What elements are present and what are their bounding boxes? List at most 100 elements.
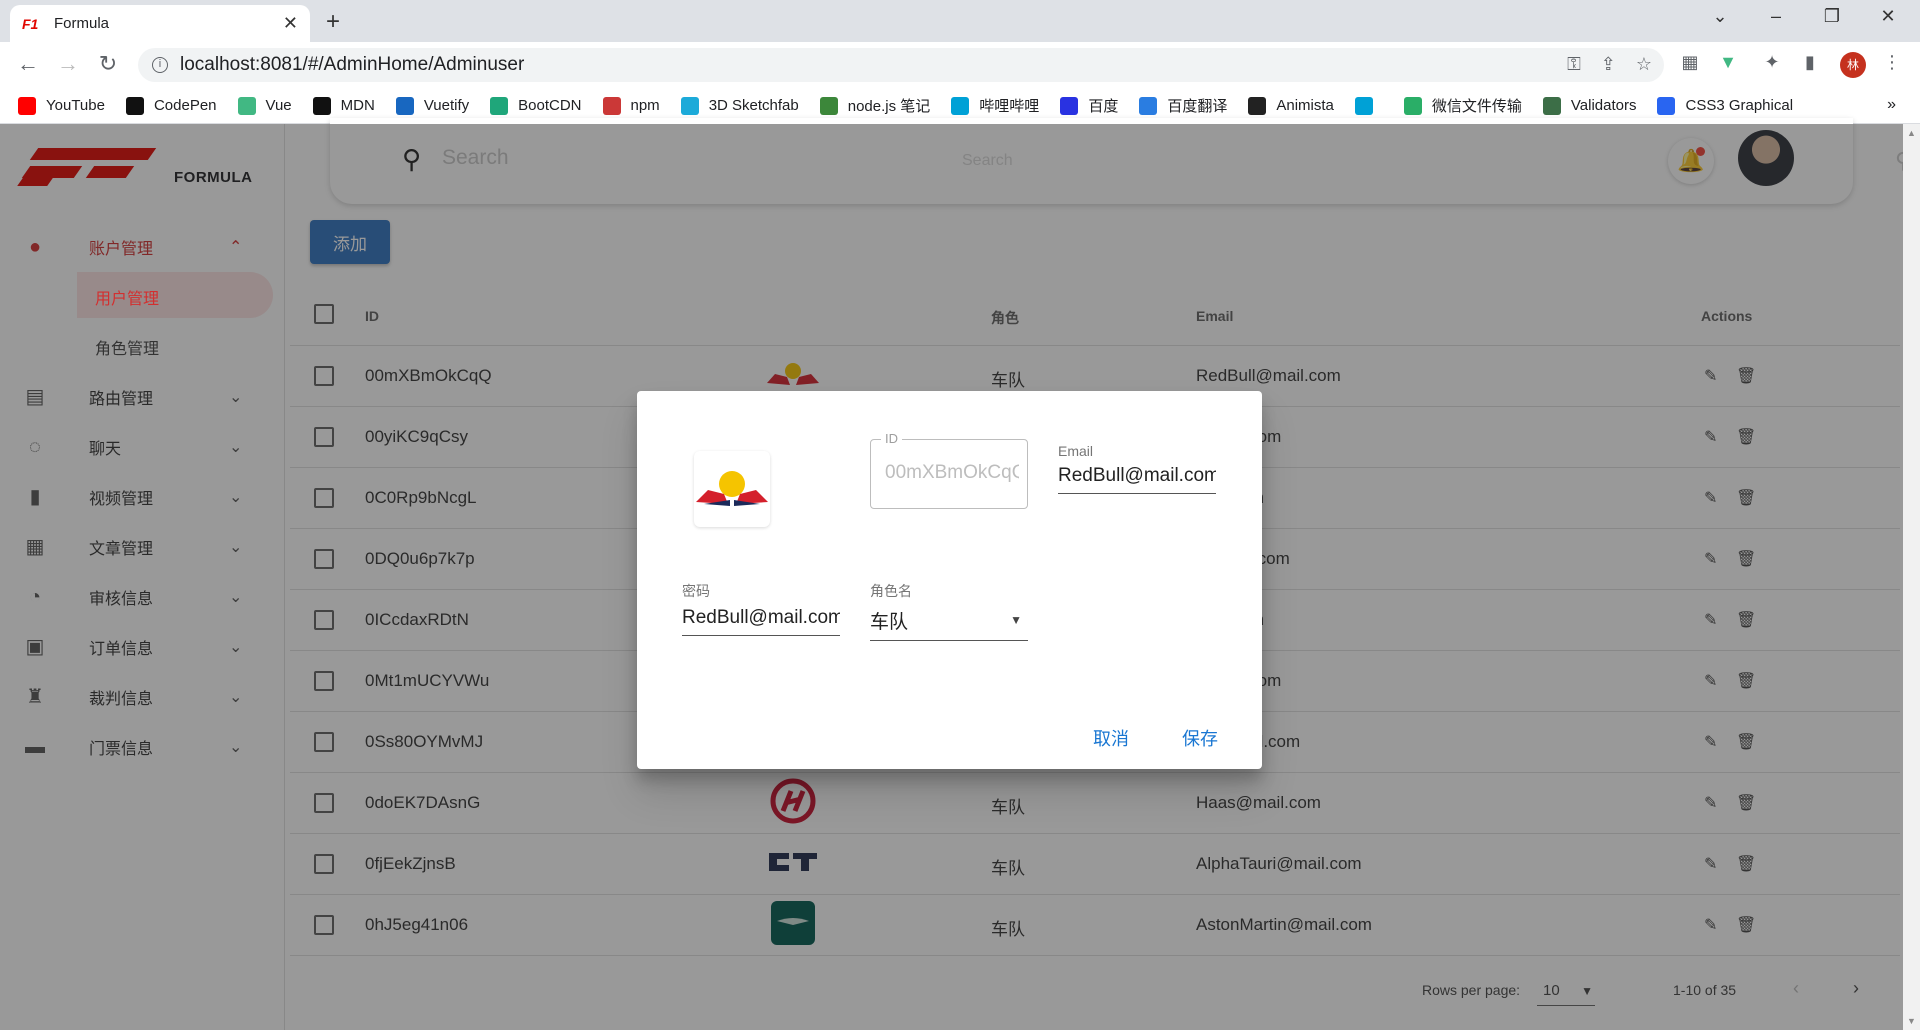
id-field: ID 00mXBmOkCqQ (870, 431, 1028, 509)
bookmark-favicon-icon (819, 96, 838, 115)
side-panel-icon[interactable]: ▮ (1798, 52, 1822, 76)
bookmark-label: Vue (265, 97, 292, 114)
bookmark-favicon-icon (602, 96, 621, 115)
bookmark-item[interactable]: 百度 (1060, 95, 1118, 116)
forward-icon[interactable]: → (54, 51, 82, 77)
bookmark-label: 微信文件传输 (1431, 98, 1522, 115)
password-field-value[interactable]: RedBull@mail.com (682, 607, 840, 636)
bookmark-label: npm (630, 97, 660, 114)
bookmark-label: 3D Sketchfab (708, 97, 799, 114)
bookmark-item[interactable]: 百度翻译 (1139, 95, 1227, 116)
bookmark-item[interactable]: CodePen (125, 96, 217, 115)
tab-title: Formula (54, 15, 110, 32)
scroll-down-icon[interactable]: ▼ (1907, 1016, 1916, 1026)
bookmark-label: 哔哩哔哩 (979, 98, 1040, 115)
bookmark-favicon-icon (1403, 96, 1422, 115)
email-field[interactable]: Email RedBull@mail.com (1058, 443, 1216, 494)
close-window-icon[interactable]: ✕ (1860, 6, 1916, 27)
role-select[interactable]: 角色名 车队 ▼ (870, 581, 1028, 641)
browser-toolbar: ← → ↻ i localhost:8081/#/AdminHome/Admin… (0, 42, 1920, 88)
bookmark-item[interactable]: 微信文件传输 (1403, 95, 1522, 116)
bookmark-label: 百度翻译 (1167, 98, 1228, 115)
bookmark-label: node.js 笔记 (847, 98, 931, 115)
bookmark-favicon-icon (1060, 96, 1079, 115)
reload-icon[interactable]: ↻ (94, 51, 122, 77)
password-field-label: 密码 (682, 583, 710, 599)
url-text: localhost:8081/#/AdminHome/Adminuser (180, 54, 525, 75)
bookmark-item[interactable]: BootCDN (490, 96, 582, 115)
site-info-icon[interactable]: i (152, 57, 168, 73)
bookmark-label: MDN (340, 97, 375, 114)
bookmark-item[interactable] (1354, 96, 1383, 115)
vue-devtools-icon[interactable]: ▼ (1716, 52, 1740, 76)
bookmark-favicon-icon (1139, 96, 1158, 115)
bookmark-item[interactable]: Validators (1542, 96, 1637, 115)
bookmark-item[interactable]: Animista (1248, 96, 1334, 115)
bookmark-favicon-icon (1657, 96, 1676, 115)
bookmark-label: CodePen (153, 97, 217, 114)
scroll-up-icon[interactable]: ▲ (1907, 128, 1916, 138)
bookmark-favicon-icon (312, 96, 331, 115)
bookmark-item[interactable]: Vuetify (395, 96, 470, 115)
share-icon[interactable]: ⇪ (1601, 54, 1616, 75)
bookmark-item[interactable]: Vue (237, 96, 292, 115)
star-icon[interactable]: ☆ (1636, 54, 1652, 75)
tab-search-icon[interactable]: ⌄ (1692, 6, 1748, 27)
menu-icon[interactable]: ⋮ (1880, 52, 1904, 76)
bookmark-favicon-icon (125, 96, 144, 115)
bookmark-label: Vuetify (423, 97, 470, 114)
edit-user-dialog: ID 00mXBmOkCqQ Email RedBull@mail.com 密码… (637, 391, 1262, 769)
role-select-label: 角色名 (870, 583, 912, 599)
address-bar[interactable]: i localhost:8081/#/AdminHome/Adminuser ⚿… (138, 48, 1664, 82)
close-tab-icon[interactable]: ✕ (283, 13, 298, 34)
browser-tab[interactable]: F1 Formula ✕ (10, 5, 310, 42)
bookmark-favicon-icon (1542, 96, 1561, 115)
bookmark-label: Validators (1570, 97, 1637, 114)
bookmark-label: CSS3 Graphical (1685, 97, 1794, 114)
email-field-value[interactable]: RedBull@mail.com (1058, 465, 1216, 494)
bookmark-item[interactable]: 3D Sketchfab (680, 96, 799, 115)
bookmark-label: YouTube (46, 97, 105, 114)
bookmark-item[interactable]: YouTube (18, 96, 105, 115)
key-icon[interactable]: ⚿ (1567, 54, 1581, 75)
bookmark-item[interactable]: node.js 笔记 (819, 95, 931, 116)
role-select-text: 车队 (870, 612, 909, 633)
bookmark-label: BootCDN (518, 97, 582, 114)
bookmark-favicon-icon (18, 96, 36, 115)
bookmark-favicon-icon (395, 96, 414, 115)
role-select-value[interactable]: 车队 ▼ (870, 607, 1028, 641)
id-field-value: 00mXBmOkCqQ (885, 462, 1019, 483)
minimize-icon[interactable]: – (1748, 6, 1804, 27)
bookmark-item[interactable]: 哔哩哔哩 (951, 95, 1039, 116)
new-tab-icon[interactable]: + (326, 8, 340, 36)
bookmark-favicon-icon (237, 96, 256, 115)
dropdown-caret-icon: ▼ (1010, 613, 1022, 627)
bookmark-item[interactable]: MDN (312, 96, 375, 115)
email-field-label: Email (1058, 443, 1094, 459)
puzzle-icon[interactable]: ✦ (1760, 52, 1784, 76)
bookmark-favicon-icon (490, 96, 509, 115)
cancel-button[interactable]: 取消 (1093, 725, 1129, 751)
bookmark-favicon-icon (951, 96, 970, 115)
bookmark-favicon-icon (1354, 96, 1373, 115)
sidebar-subitem-label: 角色管理 (95, 341, 160, 358)
more-bookmarks-icon[interactable]: » (1887, 96, 1896, 114)
f1-favicon-icon: F1 (22, 15, 39, 32)
extension-1-icon[interactable]: ▦ (1678, 52, 1702, 76)
password-field[interactable]: 密码 RedBull@mail.com (682, 581, 840, 636)
bookmark-item[interactable]: CSS3 Graphical (1657, 96, 1794, 115)
restore-icon[interactable]: ❐ (1804, 6, 1860, 27)
sidebar-subitem-label: 用户管理 (95, 291, 160, 308)
bookmark-item[interactable]: npm (602, 96, 660, 115)
bookmark-favicon-icon (680, 96, 699, 115)
team-logo (694, 451, 770, 527)
bookmark-favicon-icon (1248, 96, 1267, 115)
page-scrollbar[interactable]: ▲ ▼ (1903, 124, 1920, 1030)
save-button[interactable]: 保存 (1182, 725, 1218, 751)
redbull-logo-icon (696, 471, 768, 506)
back-icon[interactable]: ← (14, 51, 42, 77)
bookmark-label: 百度 (1088, 98, 1119, 115)
profile-avatar[interactable]: 林 (1840, 52, 1866, 78)
browser-tabstrip: F1 Formula ✕ + ⌄ – ❐ ✕ (0, 0, 1920, 42)
bookmark-label: Animista (1276, 97, 1334, 114)
